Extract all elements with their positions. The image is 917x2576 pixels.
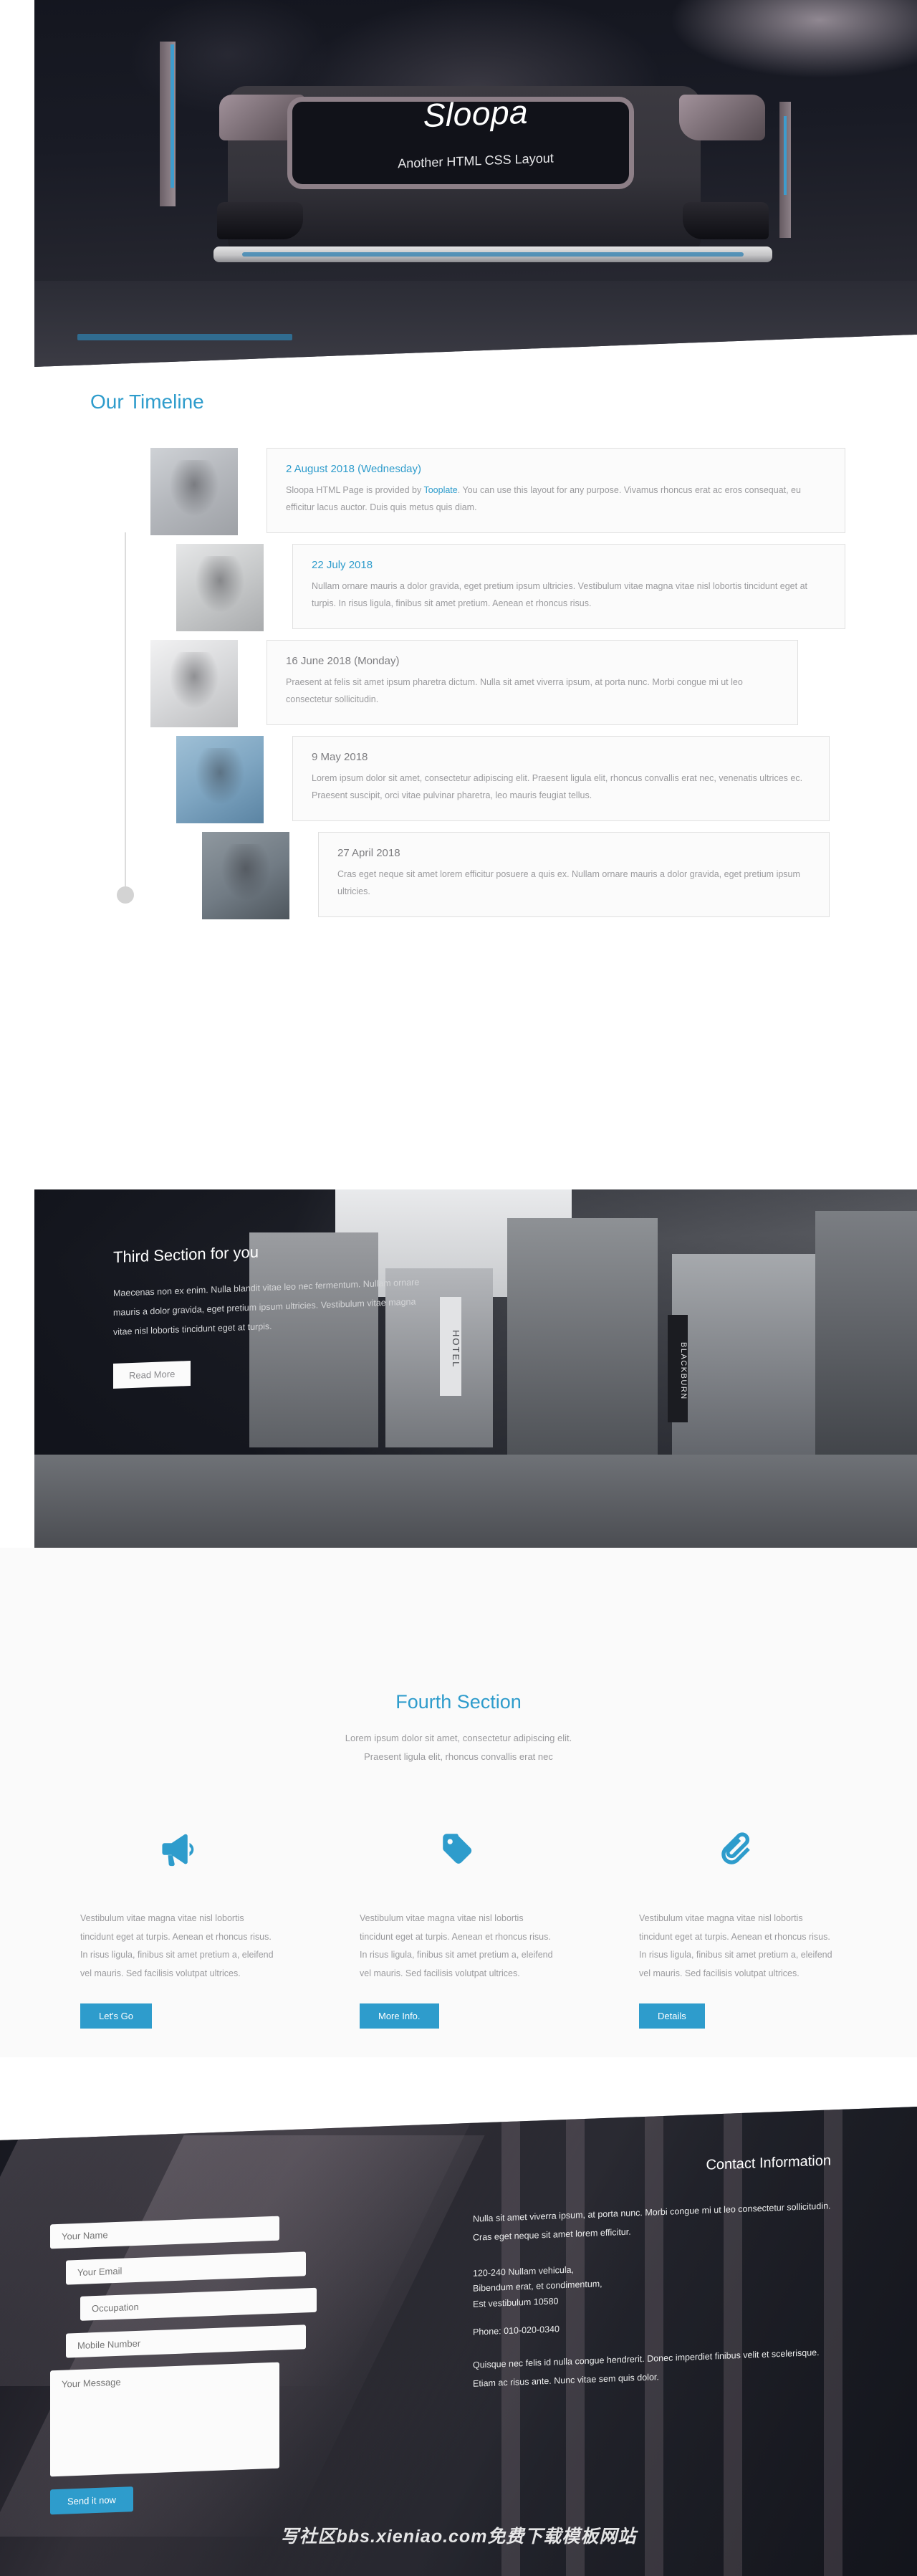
timeline-text: Cras eget neque sit amet lorem efficitur… bbox=[337, 869, 800, 897]
timeline-card: 27 April 2018 Cras eget neque sit amet l… bbox=[318, 832, 830, 917]
timeline-date: 27 April 2018 bbox=[337, 847, 400, 859]
timeline-thumbnail bbox=[150, 448, 238, 535]
read-more-button[interactable]: Read More bbox=[113, 1360, 191, 1389]
fourth-section: Fourth Section Lorem ipsum dolor sit ame… bbox=[0, 1548, 917, 2057]
timeline-card: 16 June 2018 (Monday) Praesent at felis … bbox=[267, 640, 798, 725]
timeline-item: 9 May 2018 Lorem ipsum dolor sit amet, c… bbox=[176, 736, 845, 823]
contact-address: 120-240 Nullam vehicula, Bibendum erat, … bbox=[473, 2253, 831, 2313]
timeline-thumbnail bbox=[202, 832, 289, 919]
feature-cta: Details bbox=[630, 1983, 845, 2029]
timeline-thumbnail bbox=[176, 544, 264, 631]
timeline-text: Nullam ornare mauris a dolor gravida, eg… bbox=[312, 581, 807, 609]
garage-floor bbox=[34, 281, 917, 367]
more-info-button[interactable]: More Info. bbox=[360, 2003, 439, 2029]
blackburn-sign: BLACKBURN bbox=[668, 1315, 688, 1422]
fourth-subtitle-line-1: Lorem ipsum dolor sit amet, consectetur … bbox=[345, 1733, 572, 1743]
floor-blue-stripe bbox=[77, 334, 292, 340]
timeline-date: 16 June 2018 (Monday) bbox=[286, 655, 400, 667]
hero-section: Sloopa Another HTML CSS Layout bbox=[0, 0, 917, 373]
fourth-section-subtitle: Lorem ipsum dolor sit amet, consectetur … bbox=[72, 1729, 845, 1766]
timeline-card: 9 May 2018 Lorem ipsum dolor sit amet, c… bbox=[292, 736, 830, 821]
timeline-card: 22 July 2018 Nullam ornare mauris a dolo… bbox=[292, 544, 845, 629]
fourth-section-heading: Fourth Section bbox=[395, 1691, 522, 1713]
building bbox=[815, 1211, 917, 1469]
timeline-card: 2 August 2018 (Wednesday) Sloopa HTML Pa… bbox=[267, 448, 845, 533]
tags-icon bbox=[351, 1821, 566, 1878]
timeline-text: Sloopa HTML Page is provided by Tooplate… bbox=[286, 482, 826, 517]
feature-cta: More Info. bbox=[351, 1983, 566, 2029]
send-it-now-button[interactable]: Send it now bbox=[50, 2486, 133, 2515]
lets-go-button[interactable]: Let's Go bbox=[80, 2003, 153, 2029]
feature-card: Vestibulum vitae magna vitae nisl lobort… bbox=[72, 1821, 287, 2029]
car-foglight-right bbox=[683, 202, 769, 239]
contact-information: Contact Information Nulla sit amet viver… bbox=[473, 2153, 831, 2393]
timeline-date: 9 May 2018 bbox=[312, 751, 368, 763]
timeline-section: Our Timeline 2 August 2018 (Wednesday) S… bbox=[0, 391, 917, 928]
contact-form: Send it now bbox=[50, 2213, 351, 2515]
contact-phone: Phone: 010-020-0340 bbox=[473, 2324, 560, 2337]
fourth-subtitle-line-2: Praesent ligula elit, rhoncus convallis … bbox=[364, 1751, 553, 1762]
building bbox=[507, 1218, 658, 1455]
timeline-rail bbox=[125, 532, 126, 892]
contact-paragraph: Nulla sit amet viverra ipsum, at porta n… bbox=[473, 2201, 831, 2243]
car-foglight-left bbox=[217, 202, 303, 239]
feature-cta: Let's Go bbox=[72, 1983, 287, 2029]
feature-card: Vestibulum vitae magna vitae nisl lobort… bbox=[351, 1821, 566, 2029]
hotel-sign: HOTEL bbox=[440, 1297, 461, 1396]
feature-text: Vestibulum vitae magna vitae nisl lobort… bbox=[639, 1913, 832, 1978]
timeline-item: 2 August 2018 (Wednesday) Sloopa HTML Pa… bbox=[150, 448, 845, 535]
timeline-item: 27 April 2018 Cras eget neque sit amet l… bbox=[202, 832, 845, 919]
hero-banner: Sloopa Another HTML CSS Layout bbox=[34, 0, 917, 368]
feature-text: Vestibulum vitae magna vitae nisl lobort… bbox=[360, 1913, 553, 1978]
timeline-item: 16 June 2018 (Monday) Praesent at felis … bbox=[150, 640, 845, 727]
megaphone-icon bbox=[72, 1821, 287, 1878]
feature-card: Vestibulum vitae magna vitae nisl lobort… bbox=[630, 1821, 845, 2029]
timeline-item: 22 July 2018 Nullam ornare mauris a dolo… bbox=[176, 544, 845, 631]
timeline-thumbnail bbox=[150, 640, 238, 727]
third-section-banner: HOTEL BLACKBURN Third Section for you Ma… bbox=[34, 1189, 917, 1591]
contact-section: Send it now Contact Information Nulla si… bbox=[0, 2107, 917, 2576]
timeline-heading: Our Timeline bbox=[90, 391, 204, 413]
paperclip-icon bbox=[630, 1821, 845, 1878]
timeline-list: 2 August 2018 (Wednesday) Sloopa HTML Pa… bbox=[72, 448, 845, 919]
timeline-end-dot bbox=[117, 886, 134, 904]
timeline-text: Praesent at felis sit amet ipsum pharetr… bbox=[286, 677, 743, 705]
timeline-text-before: Sloopa HTML Page is provided by bbox=[286, 485, 424, 495]
email-input[interactable] bbox=[66, 2251, 306, 2285]
mobile-number-input[interactable] bbox=[66, 2324, 306, 2358]
feature-grid: Vestibulum vitae magna vitae nisl lobort… bbox=[72, 1821, 845, 2029]
message-textarea[interactable] bbox=[50, 2362, 279, 2477]
feature-text: Vestibulum vitae magna vitae nisl lobort… bbox=[80, 1913, 274, 1978]
car-splitter-accent bbox=[242, 252, 744, 257]
timeline-date: 2 August 2018 (Wednesday) bbox=[286, 463, 422, 475]
tooplate-link[interactable]: Tooplate bbox=[423, 485, 457, 495]
occupation-input[interactable] bbox=[80, 2287, 317, 2321]
third-section-paragraph: Maecenas non ex enim. Nulla blandit vita… bbox=[113, 1277, 420, 1337]
timeline-thumbnail bbox=[176, 736, 264, 823]
details-button[interactable]: Details bbox=[639, 2003, 705, 2029]
contact-banner: Send it now Contact Information Nulla si… bbox=[0, 2107, 917, 2576]
ceiling-light-glow bbox=[665, 0, 917, 81]
landing-page: Sloopa Another HTML CSS Layout Our Timel… bbox=[0, 0, 917, 2576]
hero-image bbox=[34, 0, 917, 367]
timeline-date: 22 July 2018 bbox=[312, 559, 373, 571]
third-section-copy: Third Section for you Maecenas non ex en… bbox=[113, 1237, 421, 1389]
building bbox=[672, 1254, 815, 1462]
timeline-text: Lorem ipsum dolor sit amet, consectetur … bbox=[312, 773, 803, 801]
